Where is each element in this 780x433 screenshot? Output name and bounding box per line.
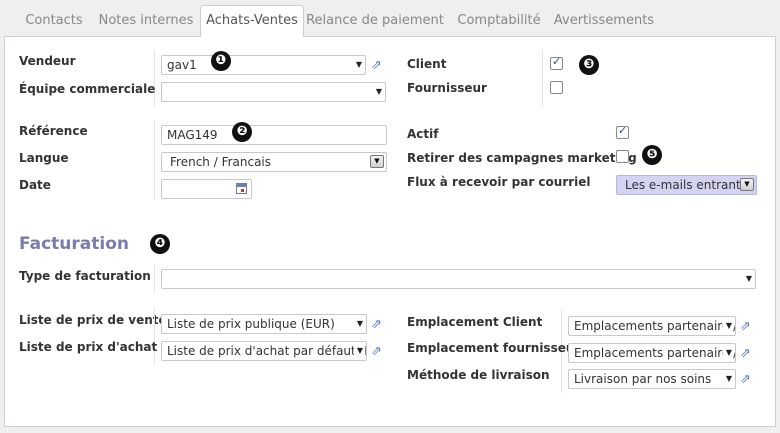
client-checkbox[interactable] [550,55,563,70]
client-label: Client [407,57,447,71]
reference-label: Référence [19,124,88,138]
methode-livraison-label: Méthode de livraison [407,368,550,382]
langue-select[interactable]: French / Francais ▼ [161,152,387,172]
tab-relance-de-paiement[interactable]: Relance de paiement [304,6,446,37]
caret-down-icon: ▼ [375,87,382,96]
retirer-campagnes-checkbox[interactable] [616,150,629,163]
emplacement-fournisseur-value: Emplacements partenaire / Fournisseurs [574,346,735,360]
divider [542,50,543,106]
type-facturation-label: Type de facturation [19,269,151,283]
caret-down-icon: ▼ [722,344,732,362]
vendeur-value: gav1 [167,58,197,72]
flux-courriel-select[interactable]: Les e-mails entrants ▼ [616,175,757,195]
methode-livraison-select[interactable]: Livraison par nos soins ▼ [568,369,736,389]
langue-label: Langue [19,151,69,165]
emplacement-client-label: Emplacement Client [407,315,543,329]
caret-down-icon: ▼ [353,342,363,360]
tab-comptabilite[interactable]: Comptabilité [446,6,552,37]
callout-badge-3: ❸ [579,55,599,75]
caret-down-icon: ▼ [353,315,363,333]
caret-down-icon: ▼ [722,370,732,388]
emplacement-client-value: Emplacements partenaire / Clients [574,319,735,333]
dropdown-button-icon: ▼ [740,178,754,191]
divider [154,50,155,106]
prix-vente-select[interactable]: Liste de prix publique (EUR) ▼ [161,314,367,334]
emplacement-fournisseur-label: Emplacement fournisseur [407,341,581,355]
external-link-icon[interactable]: ⇗ [740,373,756,387]
external-link-icon[interactable]: ⇗ [371,345,387,359]
form-sheet: Vendeur gav1 ▼ ⇗ ❶ Équipe commerciale ▼ … [4,37,776,427]
actif-label: Actif [407,127,439,141]
equipe-commerciale-label: Équipe commerciale [19,82,156,96]
tab-bar: Contacts Notes internes Achats-Ventes Re… [4,0,776,38]
tab-notes-internes[interactable]: Notes internes [94,6,198,37]
tab-avertissements[interactable]: Avertissements [552,6,656,37]
caret-down-icon: ▼ [722,317,732,335]
callout-badge-2: ❷ [232,122,252,142]
flux-courriel-value: Les e-mails entrants [625,178,747,192]
reference-value: MAG149 [167,128,218,142]
vendeur-label: Vendeur [19,54,76,68]
callout-badge-4: ❹ [150,234,170,254]
divider [154,265,155,291]
prix-vente-value: Liste de prix publique (EUR) [167,317,335,331]
external-link-icon[interactable]: ⇗ [371,59,387,73]
equipe-commerciale-select[interactable]: ▼ [161,82,386,102]
divider [154,120,155,200]
prix-achat-select[interactable]: Liste de prix d'achat par défaut (EUR) ▼ [161,341,367,361]
callout-badge-5: ❺ [642,145,662,165]
external-link-icon[interactable]: ⇗ [740,347,756,361]
flux-courriel-label: Flux à recevoir par courriel [407,175,591,189]
fournisseur-label: Fournisseur [407,81,487,95]
tab-achats-ventes[interactable]: Achats-Ventes [200,5,304,38]
fournisseur-checkbox[interactable] [550,81,563,94]
langue-value: French / Francais [170,155,272,169]
emplacement-fournisseur-select[interactable]: Emplacements partenaire / Fournisseurs ▼ [568,343,736,363]
external-link-icon[interactable]: ⇗ [740,320,756,334]
methode-livraison-value: Livraison par nos soins [574,372,712,386]
facturation-section-title: Facturation [19,234,129,254]
callout-badge-1: ❶ [211,51,231,71]
calendar-icon[interactable] [236,183,247,194]
reference-input[interactable]: MAG149 [161,125,387,145]
prix-achat-label: Liste de prix d'achat [19,340,158,354]
type-facturation-select[interactable]: ▼ [161,269,756,289]
tab-contacts[interactable]: Contacts [16,6,92,37]
actif-checkbox[interactable] [616,124,629,139]
retirer-campagnes-label: Retirer des campagnes marketing [407,151,637,165]
prix-vente-label: Liste de prix de vente [19,313,167,327]
divider [154,309,155,363]
prix-achat-value: Liste de prix d'achat par défaut (EUR) [167,344,366,358]
caret-down-icon: ▼ [745,274,752,283]
vendeur-select[interactable]: gav1 ▼ [161,55,366,75]
emplacement-client-select[interactable]: Emplacements partenaire / Clients ▼ [568,316,736,336]
date-label: Date [19,178,51,192]
external-link-icon[interactable]: ⇗ [371,318,387,332]
caret-down-icon: ▼ [355,60,362,69]
date-input[interactable] [161,179,252,199]
dropdown-button-icon: ▼ [370,155,384,168]
